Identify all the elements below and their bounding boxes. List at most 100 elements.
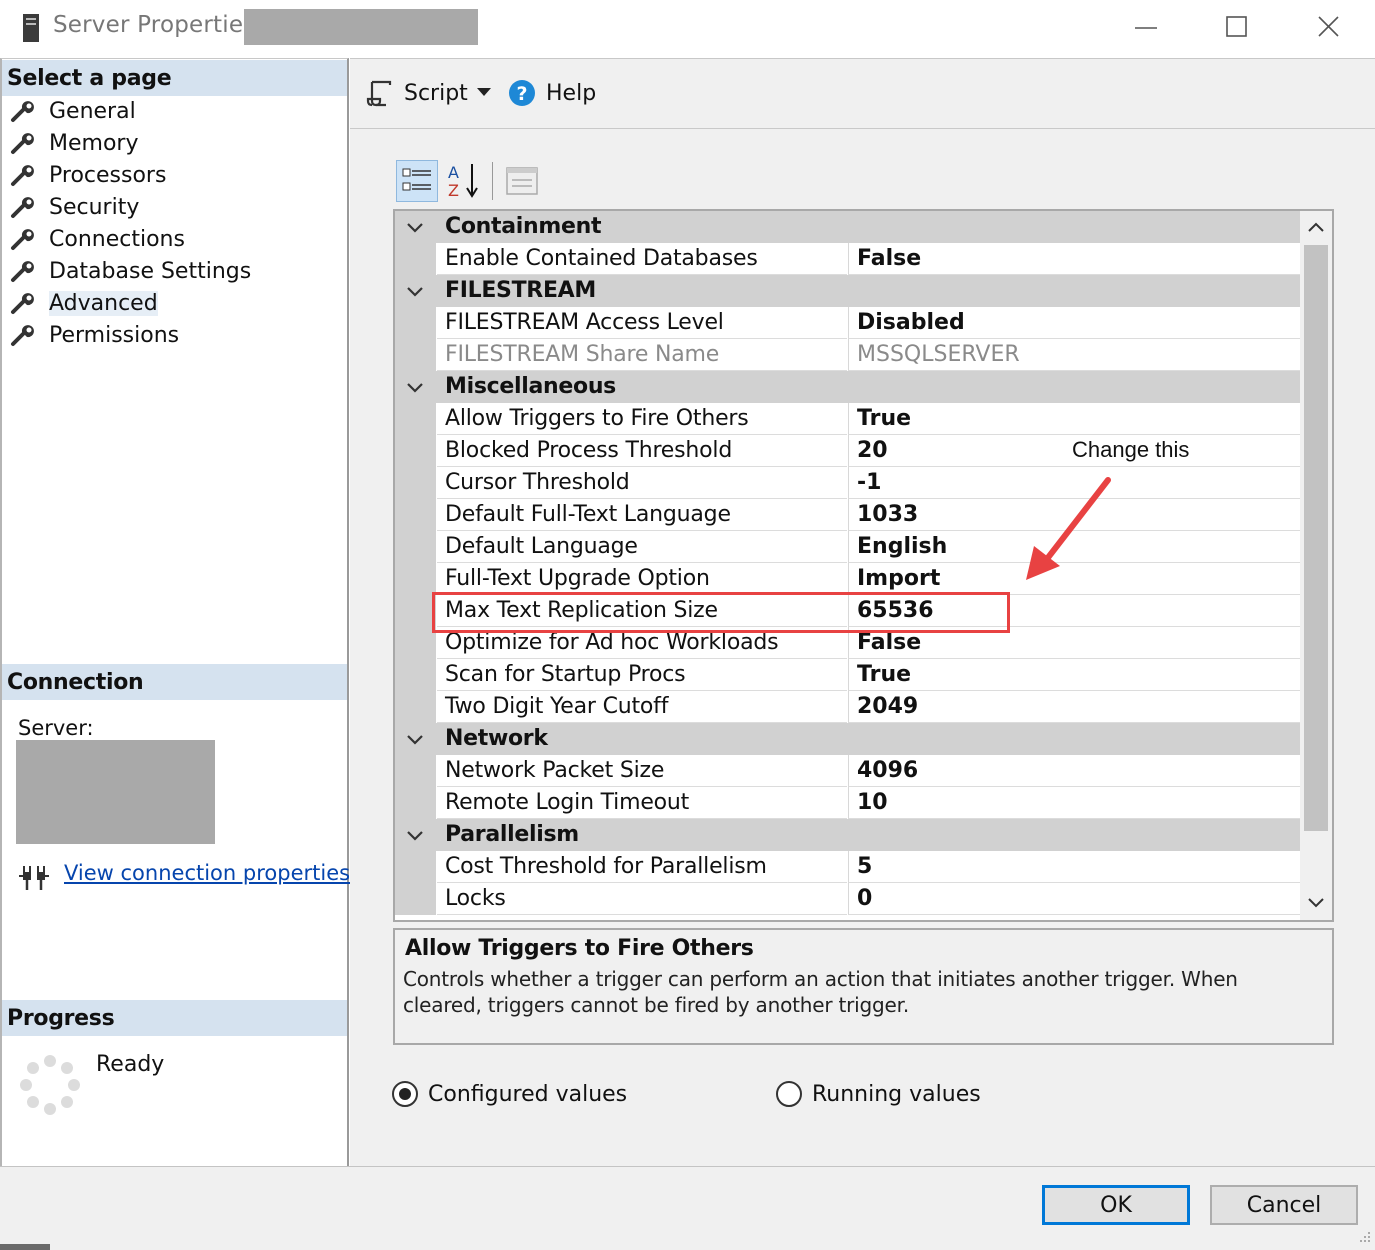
property-name[interactable]: Two Digit Year Cutoff bbox=[437, 691, 847, 723]
scrollbar-thumb[interactable] bbox=[1304, 245, 1328, 831]
collapse-chevron-icon[interactable] bbox=[403, 375, 427, 399]
select-page-header: Select a page bbox=[2, 60, 347, 96]
property-value[interactable]: True bbox=[848, 659, 1300, 691]
property-name[interactable]: Allow Triggers to Fire Others bbox=[437, 403, 847, 435]
property-row[interactable]: FILESTREAM Share Name MSSQLSERVER bbox=[395, 339, 1300, 371]
server-label: Server: bbox=[18, 716, 94, 740]
row-gutter bbox=[395, 691, 436, 723]
page-item-security[interactable]: Security bbox=[10, 192, 139, 222]
property-name[interactable]: FILESTREAM Access Level bbox=[437, 307, 847, 339]
view-connection-properties-link[interactable]: View connection properties bbox=[64, 861, 350, 885]
row-gutter bbox=[395, 531, 436, 563]
categorized-view-button[interactable] bbox=[396, 160, 438, 202]
property-name[interactable]: Full-Text Upgrade Option bbox=[437, 563, 847, 595]
wrench-icon bbox=[11, 197, 34, 218]
scroll-down-icon[interactable] bbox=[1306, 895, 1326, 911]
running-values-radio[interactable]: Running values bbox=[776, 1080, 981, 1108]
category-row[interactable]: Containment bbox=[395, 211, 1300, 243]
collapse-chevron-icon[interactable] bbox=[403, 727, 427, 751]
property-value[interactable]: 2049 bbox=[848, 691, 1300, 723]
property-name[interactable]: Scan for Startup Procs bbox=[437, 659, 847, 691]
property-row[interactable]: FILESTREAM Access Level Disabled bbox=[395, 307, 1300, 339]
property-value[interactable]: 5 bbox=[848, 851, 1300, 883]
property-row[interactable]: Network Packet Size 4096 bbox=[395, 755, 1300, 787]
property-name[interactable]: Default Language bbox=[437, 531, 847, 563]
category-name: Parallelism bbox=[445, 822, 579, 847]
property-name[interactable]: Cursor Threshold bbox=[437, 467, 847, 499]
property-row[interactable]: Default Language English bbox=[395, 531, 1300, 563]
page-item-label: Security bbox=[49, 194, 140, 220]
vertical-scrollbar[interactable] bbox=[1300, 211, 1332, 920]
category-row[interactable]: FILESTREAM bbox=[395, 275, 1300, 307]
annotation-text: Change this bbox=[1072, 437, 1190, 462]
property-value[interactable]: 0 bbox=[848, 883, 1300, 915]
description-title: Allow Triggers to Fire Others bbox=[405, 936, 754, 961]
svg-text:?: ? bbox=[516, 83, 527, 105]
property-row[interactable]: Locks 0 bbox=[395, 883, 1300, 915]
property-value[interactable]: 4096 bbox=[848, 755, 1300, 787]
help-button[interactable]: ? Help bbox=[508, 77, 596, 109]
property-row[interactable]: Remote Login Timeout 10 bbox=[395, 787, 1300, 819]
property-name[interactable]: Remote Login Timeout bbox=[437, 787, 847, 819]
property-name[interactable]: FILESTREAM Share Name bbox=[437, 339, 847, 371]
property-row[interactable]: Cost Threshold for Parallelism 5 bbox=[395, 851, 1300, 883]
category-row[interactable]: Parallelism bbox=[395, 819, 1300, 851]
property-row[interactable]: Allow Triggers to Fire Others True bbox=[395, 403, 1300, 435]
page-item-processors[interactable]: Processors bbox=[10, 160, 166, 190]
resize-grip-icon[interactable] bbox=[1356, 1228, 1372, 1244]
category-row[interactable]: Miscellaneous bbox=[395, 371, 1300, 403]
scroll-up-icon[interactable] bbox=[1306, 219, 1326, 235]
row-gutter bbox=[395, 403, 436, 435]
property-pages-button[interactable] bbox=[502, 162, 542, 200]
minimize-icon[interactable] bbox=[1122, 8, 1168, 48]
page-item-general[interactable]: General bbox=[10, 96, 136, 126]
property-value[interactable]: False bbox=[848, 243, 1300, 275]
page-item-label: Advanced bbox=[49, 290, 158, 316]
property-row[interactable]: Two Digit Year Cutoff 2049 bbox=[395, 691, 1300, 723]
property-name[interactable]: Cost Threshold for Parallelism bbox=[437, 851, 847, 883]
alphabetical-view-button[interactable]: A Z bbox=[444, 160, 486, 202]
collapse-chevron-icon[interactable] bbox=[403, 279, 427, 303]
server-icon bbox=[23, 14, 39, 42]
property-value[interactable]: Disabled bbox=[848, 307, 1300, 339]
radio-circle[interactable] bbox=[392, 1081, 418, 1107]
property-row[interactable]: Full-Text Upgrade Option Import bbox=[395, 563, 1300, 595]
property-value[interactable]: True bbox=[848, 403, 1300, 435]
close-icon[interactable] bbox=[1305, 8, 1351, 48]
row-gutter bbox=[395, 627, 436, 659]
configured-values-radio[interactable]: Configured values bbox=[392, 1080, 627, 1108]
property-name[interactable]: Enable Contained Databases bbox=[437, 243, 847, 275]
wrench-icon bbox=[11, 261, 34, 282]
property-row[interactable]: Default Full-Text Language 1033 bbox=[395, 499, 1300, 531]
property-name[interactable]: Default Full-Text Language bbox=[437, 499, 847, 531]
help-label: Help bbox=[546, 80, 597, 106]
script-icon bbox=[366, 80, 392, 107]
property-row[interactable]: Cursor Threshold -1 bbox=[395, 467, 1300, 499]
property-name[interactable]: Network Packet Size bbox=[437, 755, 847, 787]
page-item-memory[interactable]: Memory bbox=[10, 128, 138, 158]
property-row[interactable]: Enable Contained Databases False bbox=[395, 243, 1300, 275]
property-value[interactable]: 10 bbox=[848, 787, 1300, 819]
page-item-label: Connections bbox=[49, 226, 185, 252]
collapse-chevron-icon[interactable] bbox=[403, 823, 427, 847]
property-name[interactable]: Blocked Process Threshold bbox=[437, 435, 847, 467]
page-item-connections[interactable]: Connections bbox=[10, 224, 185, 254]
ok-button[interactable]: OK bbox=[1042, 1185, 1190, 1225]
category-name: FILESTREAM bbox=[445, 278, 597, 303]
property-value: MSSQLSERVER bbox=[848, 339, 1300, 371]
property-name[interactable]: Locks bbox=[437, 883, 847, 915]
window-title: Server Properties - bbox=[53, 12, 272, 38]
category-row[interactable]: Network bbox=[395, 723, 1300, 755]
categorized-icon bbox=[402, 168, 431, 191]
cancel-button[interactable]: Cancel bbox=[1210, 1185, 1358, 1225]
page-item-database-settings[interactable]: Database Settings bbox=[10, 256, 251, 286]
row-gutter bbox=[395, 851, 436, 883]
maximize-icon[interactable] bbox=[1213, 8, 1259, 48]
script-button[interactable]: Script bbox=[366, 77, 468, 109]
page-item-permissions[interactable]: Permissions bbox=[10, 320, 179, 350]
page-item-advanced[interactable]: Advanced bbox=[10, 288, 158, 318]
radio-circle[interactable] bbox=[776, 1081, 802, 1107]
script-dropdown-icon[interactable] bbox=[476, 87, 492, 97]
collapse-chevron-icon[interactable] bbox=[403, 215, 427, 239]
property-row[interactable]: Scan for Startup Procs True bbox=[395, 659, 1300, 691]
